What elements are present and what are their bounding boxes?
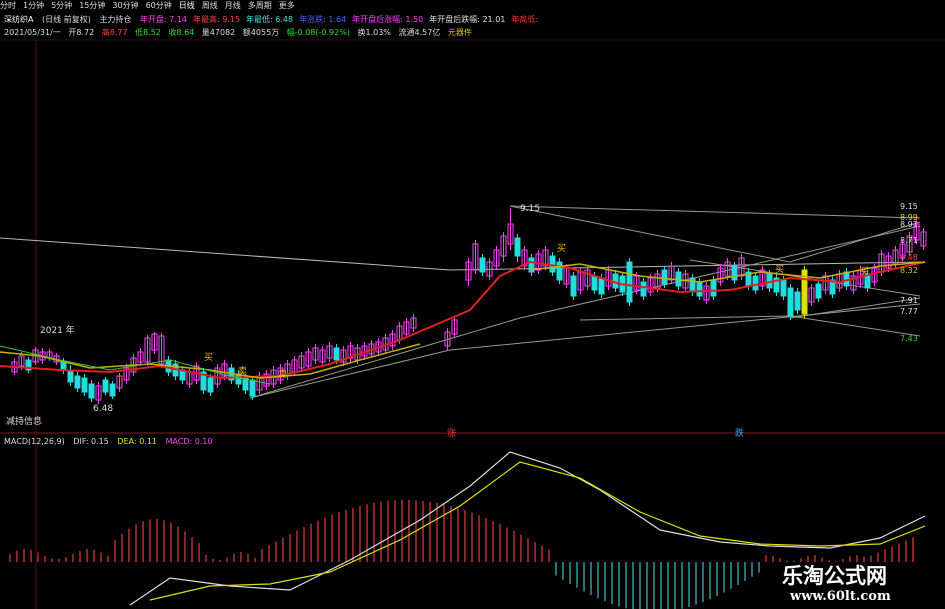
candle-body (640, 281, 647, 297)
kline-chart[interactable] (0, 0, 945, 609)
hold-info-label[interactable]: 减持信息 (6, 414, 42, 427)
candle-body (794, 291, 801, 311)
candle-body (333, 347, 340, 361)
buy-marker: 买 (860, 267, 870, 277)
candle-body (479, 257, 486, 273)
fall-signal: 跌 (735, 429, 745, 439)
candle-body (60, 361, 67, 371)
candle-body (102, 379, 109, 393)
trend-line-fan (509, 205, 921, 263)
trend-line-top (509, 205, 921, 219)
candle-body (514, 237, 521, 257)
price-tag: 8.48 (900, 253, 918, 262)
macd-header: MACD(12,26,9) DIF: 0.15 DEA: 0.11 MACD: … (4, 437, 219, 446)
buy-marker: 买 (775, 265, 785, 275)
candle-body (570, 275, 577, 297)
sell-marker: 卖 (238, 367, 248, 377)
buy-marker: 买 (204, 353, 214, 363)
candle-body (109, 383, 116, 397)
candle-body (780, 279, 787, 297)
price-tag: 8.91 (900, 220, 918, 229)
price-tag: 8.32 (900, 266, 918, 275)
candle-body (591, 275, 598, 291)
ma-red-line (0, 260, 926, 380)
candle-body (787, 287, 794, 317)
candle-body (67, 369, 74, 383)
candle-body (710, 279, 717, 297)
candle-body (81, 377, 88, 393)
macd-dea: DEA: 0.11 (117, 437, 158, 446)
price-tag: 9.15 (900, 202, 918, 211)
high-price-label: 9.15 (520, 204, 541, 214)
trend-line-up (249, 225, 921, 399)
buy-marker: 买 (557, 244, 567, 254)
watermark-url: www.60lt.com (790, 589, 891, 604)
candle-body (696, 281, 703, 297)
candle-body (731, 265, 738, 281)
watermark-title: 乐淘公式网 (782, 563, 887, 588)
candle-body (626, 261, 633, 303)
trend-line-flat (579, 315, 921, 337)
price-tag: 8.71 (900, 236, 918, 245)
macd-value: MACD: 0.10 (165, 437, 213, 446)
candle-body (556, 261, 563, 281)
candle-body (661, 269, 668, 285)
candle-body (549, 255, 556, 273)
macd-dif: DIF: 0.15 (73, 437, 109, 446)
rise-signal: 涨 (447, 429, 457, 439)
price-tag: 7.91 (900, 296, 918, 305)
candle-body (598, 277, 605, 295)
candle-body (815, 283, 822, 299)
sell-marker: 卖 (278, 370, 288, 380)
year-label: 2021 年 (40, 326, 75, 336)
candle-body (74, 375, 81, 389)
macd-label[interactable]: MACD(12,26,9) (4, 437, 65, 446)
candle-body (249, 379, 256, 397)
candle-body (689, 277, 696, 293)
price-tag: 7.43 (900, 334, 918, 343)
price-tag: 7.77 (900, 307, 918, 316)
low-price-label: 6.48 (93, 404, 114, 414)
candle-body (752, 275, 759, 291)
candle-body (88, 383, 95, 399)
candle-body (207, 377, 214, 393)
